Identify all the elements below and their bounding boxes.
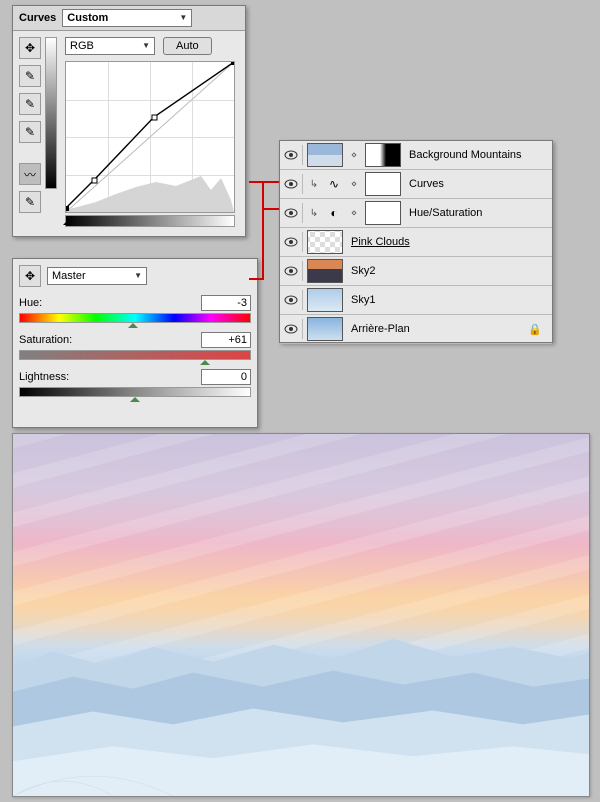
layer-name[interactable]: Pink Clouds bbox=[351, 236, 410, 248]
curves-title: Curves bbox=[19, 12, 56, 24]
visibility-toggle[interactable] bbox=[284, 177, 298, 191]
visibility-toggle[interactable] bbox=[284, 235, 298, 249]
preview-image bbox=[12, 433, 590, 797]
layer-thumbnail[interactable] bbox=[307, 143, 343, 167]
layer-row[interactable]: Sky1 bbox=[280, 286, 552, 315]
layer-row[interactable]: ↳ ∿ ⋄ Curves bbox=[280, 170, 552, 199]
sat-slider[interactable] bbox=[19, 350, 251, 363]
adjustment-icon: ◐ bbox=[325, 205, 343, 221]
layer-mask[interactable] bbox=[365, 201, 401, 225]
link-icon: ⋄ bbox=[347, 150, 361, 161]
lig-label: Lightness: bbox=[19, 371, 69, 383]
black-eyedropper-tool[interactable]: ✎ bbox=[19, 65, 41, 87]
target-adjust-tool[interactable]: ✥ bbox=[19, 37, 41, 59]
horizontal-gradient bbox=[65, 215, 235, 227]
connector-line bbox=[262, 181, 264, 279]
layer-mask[interactable] bbox=[365, 172, 401, 196]
curves-tab: Curves Custom bbox=[13, 6, 245, 31]
hue-field[interactable]: -3 bbox=[201, 295, 251, 311]
white-eyedropper-tool[interactable]: ✎ bbox=[19, 121, 41, 143]
visibility-toggle[interactable] bbox=[284, 322, 298, 336]
layer-name[interactable]: Curves bbox=[409, 178, 444, 190]
visibility-toggle[interactable] bbox=[284, 293, 298, 307]
layer-row[interactable]: ⋄ Background Mountains bbox=[280, 141, 552, 170]
layer-thumbnail[interactable] bbox=[307, 288, 343, 312]
layer-name[interactable]: Sky2 bbox=[351, 265, 375, 277]
auto-button[interactable]: Auto bbox=[163, 37, 212, 55]
connector-line bbox=[249, 181, 279, 183]
layer-thumbnail[interactable] bbox=[307, 230, 343, 254]
connector-line bbox=[262, 208, 279, 210]
link-icon: ⋄ bbox=[347, 179, 361, 190]
curves-panel: Curves Custom ✥ ✎ ✎ ✎ 〰 ✎ RGB Auto bbox=[12, 5, 246, 237]
curves-preset-dropdown[interactable]: Custom bbox=[62, 9, 192, 27]
layer-row[interactable]: Arrière-Plan 🔒 bbox=[280, 315, 552, 344]
target-adjust-tool-hs[interactable]: ✥ bbox=[19, 265, 41, 287]
layer-thumbnail[interactable] bbox=[307, 259, 343, 283]
layer-name[interactable]: Sky1 bbox=[351, 294, 375, 306]
link-icon: ⋄ bbox=[347, 208, 361, 219]
clip-indicator: ↳ bbox=[307, 208, 321, 219]
pencil-tool[interactable]: ✎ bbox=[19, 191, 41, 213]
connector-line bbox=[249, 278, 264, 280]
layer-name[interactable]: Arrière-Plan bbox=[351, 323, 410, 335]
layer-thumbnail[interactable] bbox=[307, 317, 343, 341]
sat-field[interactable]: +61 bbox=[201, 332, 251, 348]
sat-label: Saturation: bbox=[19, 334, 72, 346]
clip-indicator: ↳ bbox=[307, 179, 321, 190]
layers-panel: ⋄ Background Mountains ↳ ∿ ⋄ Curves ↳ ◐ ⋄ Hue/Sat… bbox=[279, 140, 553, 343]
range-dropdown[interactable]: Master bbox=[47, 267, 147, 285]
curves-tools: ✥ ✎ ✎ ✎ 〰 ✎ bbox=[19, 37, 41, 227]
lig-field[interactable]: 0 bbox=[201, 369, 251, 385]
huesat-panel: ✥ Master Hue: -3 Saturation: +61 Lightness… bbox=[12, 258, 258, 428]
lock-icon: 🔒 bbox=[528, 323, 542, 336]
curve-line bbox=[66, 62, 234, 212]
lig-slider[interactable] bbox=[19, 387, 251, 400]
layer-row[interactable]: ↳ ◐ ⋄ Hue/Saturation bbox=[280, 199, 552, 228]
gray-eyedropper-tool[interactable]: ✎ bbox=[19, 93, 41, 115]
hue-label: Hue: bbox=[19, 297, 42, 309]
layer-mask[interactable] bbox=[365, 143, 401, 167]
curves-graph[interactable] bbox=[65, 61, 235, 213]
curve-tool[interactable]: 〰 bbox=[19, 163, 41, 185]
visibility-toggle[interactable] bbox=[284, 264, 298, 278]
visibility-toggle[interactable] bbox=[284, 206, 298, 220]
adjustment-icon: ∿ bbox=[325, 176, 343, 192]
channel-dropdown[interactable]: RGB bbox=[65, 37, 155, 55]
layer-name[interactable]: Background Mountains bbox=[409, 149, 522, 161]
layer-name[interactable]: Hue/Saturation bbox=[409, 207, 482, 219]
hue-slider[interactable] bbox=[19, 313, 251, 326]
layer-row[interactable]: Pink Clouds bbox=[280, 228, 552, 257]
vertical-gradient bbox=[45, 37, 57, 189]
visibility-toggle[interactable] bbox=[284, 148, 298, 162]
layer-row[interactable]: Sky2 bbox=[280, 257, 552, 286]
